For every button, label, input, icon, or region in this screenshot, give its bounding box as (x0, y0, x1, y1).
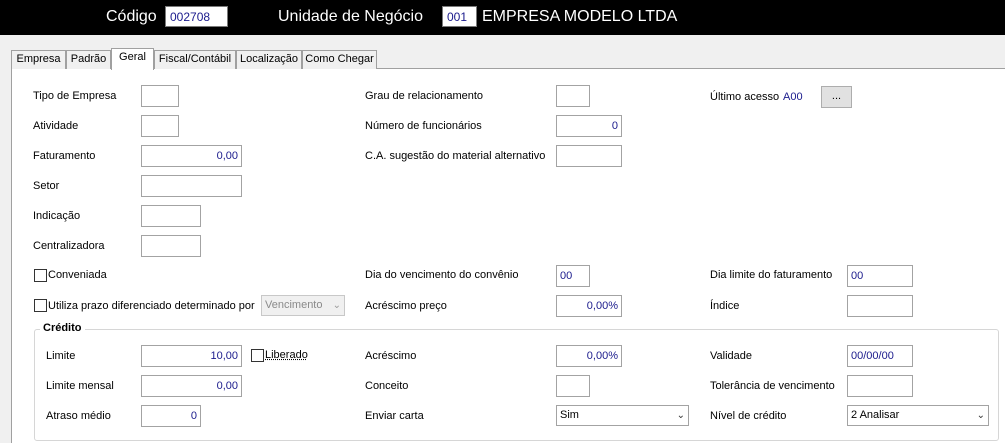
dia-limite-label: Dia limite do faturamento (710, 269, 833, 281)
tab-como-chegar[interactable]: Como Chegar (302, 50, 377, 69)
nivel-credito-value: 2 Analisar (851, 409, 900, 421)
conveniada-label: Conveniada (48, 269, 107, 281)
unidade-code-input[interactable]: 001 (442, 6, 477, 27)
tab-padrao[interactable]: Padrão (66, 50, 111, 69)
indice-label: Índice (710, 300, 740, 312)
dia-limite-input[interactable]: 00 (847, 265, 913, 287)
acrescimo-preco-label: Acréscimo preço (365, 300, 447, 312)
atraso-medio-input[interactable]: 0 (141, 405, 201, 427)
chevron-down-icon: ⌄ (976, 410, 985, 421)
conveniada-checkbox[interactable] (34, 269, 47, 282)
nivel-credito-select[interactable]: 2 Analisar ⌄ (847, 405, 989, 426)
faturamento-label: Faturamento (33, 150, 96, 162)
acrescimo-label: Acréscimo (365, 350, 417, 362)
atividade-label: Atividade (33, 120, 79, 132)
tolerancia-input[interactable] (847, 375, 913, 397)
indice-input[interactable] (847, 295, 913, 317)
ultimo-acesso-label: Último acesso (710, 91, 780, 103)
tipo-empresa-label: Tipo de Empresa (33, 90, 117, 102)
liberado-label: Liberado (265, 349, 308, 361)
chevron-down-icon: ⌄ (676, 410, 685, 421)
grau-relacionamento-label: Grau de relacionamento (365, 90, 484, 102)
tipo-empresa-input[interactable] (141, 85, 179, 107)
unidade-label: Unidade de Negócio (278, 8, 423, 25)
codigo-input[interactable]: 002708 (165, 6, 228, 27)
acrescimo-preco-input[interactable]: 0,00% (556, 295, 622, 317)
credito-title: Crédito (40, 322, 85, 335)
ca-sugestao-input[interactable] (556, 145, 622, 167)
conceito-input[interactable] (556, 375, 590, 397)
utiliza-prazo-label: Utiliza prazo diferenciado determinado p… (48, 300, 255, 312)
limite-mensal-label: Limite mensal (46, 380, 114, 392)
grau-relacionamento-input[interactable] (556, 85, 590, 107)
validade-label: Validade (710, 350, 752, 362)
setor-input[interactable] (141, 175, 242, 197)
indicacao-input[interactable] (141, 205, 201, 227)
dia-vencimento-input[interactable]: 00 (556, 265, 590, 287)
indicacao-label: Indicação (33, 210, 81, 222)
tolerancia-label: Tolerância de vencimento (710, 380, 835, 392)
centralizadora-label: Centralizadora (33, 240, 105, 252)
ca-sugestao-label: C.A. sugestão do material alternativo (365, 150, 546, 162)
codigo-label: Código (106, 8, 157, 25)
tab-empresa[interactable]: Empresa (11, 50, 66, 69)
validade-input[interactable]: 00/00/00 (847, 345, 913, 367)
prazo-select-value: Vencimento (265, 299, 323, 311)
ultimo-acesso-button[interactable]: ... (821, 86, 852, 108)
atividade-input[interactable] (141, 115, 179, 137)
utiliza-prazo-checkbox[interactable] (34, 299, 47, 312)
header-bar: Código 002708 Unidade de Negócio 001 EMP… (0, 0, 1005, 35)
enviar-carta-select[interactable]: Sim ⌄ (556, 405, 689, 426)
nivel-credito-label: Nível de crédito (710, 410, 787, 422)
numero-funcionarios-label: Número de funcionários (365, 120, 482, 132)
centralizadora-input[interactable] (141, 235, 201, 257)
liberado-checkbox[interactable] (251, 349, 264, 362)
faturamento-input[interactable]: 0,00 (141, 145, 242, 167)
limite-label: Limite (46, 350, 76, 362)
unidade-name: EMPRESA MODELO LTDA (482, 8, 678, 25)
tab-fiscal-contabil[interactable]: Fiscal/Contábil (154, 50, 236, 69)
enviar-carta-label: Enviar carta (365, 410, 424, 422)
limite-input[interactable]: 10,00 (141, 345, 242, 367)
tab-geral[interactable]: Geral (111, 48, 154, 70)
acrescimo-input[interactable]: 0,00% (556, 345, 622, 367)
enviar-carta-value: Sim (560, 409, 579, 421)
dia-vencimento-label: Dia do vencimento do convênio (365, 269, 519, 281)
atraso-medio-label: Atraso médio (46, 410, 111, 422)
tab-localizacao[interactable]: Localização (236, 50, 302, 69)
limite-mensal-input[interactable]: 0,00 (141, 375, 242, 397)
numero-funcionarios-input[interactable]: 0 (556, 115, 622, 137)
setor-label: Setor (33, 180, 60, 192)
ultimo-acesso-value: A00 (783, 91, 803, 103)
prazo-select[interactable]: Vencimento ⌄ (261, 295, 345, 316)
conceito-label: Conceito (365, 380, 409, 392)
chevron-down-icon: ⌄ (332, 300, 341, 311)
